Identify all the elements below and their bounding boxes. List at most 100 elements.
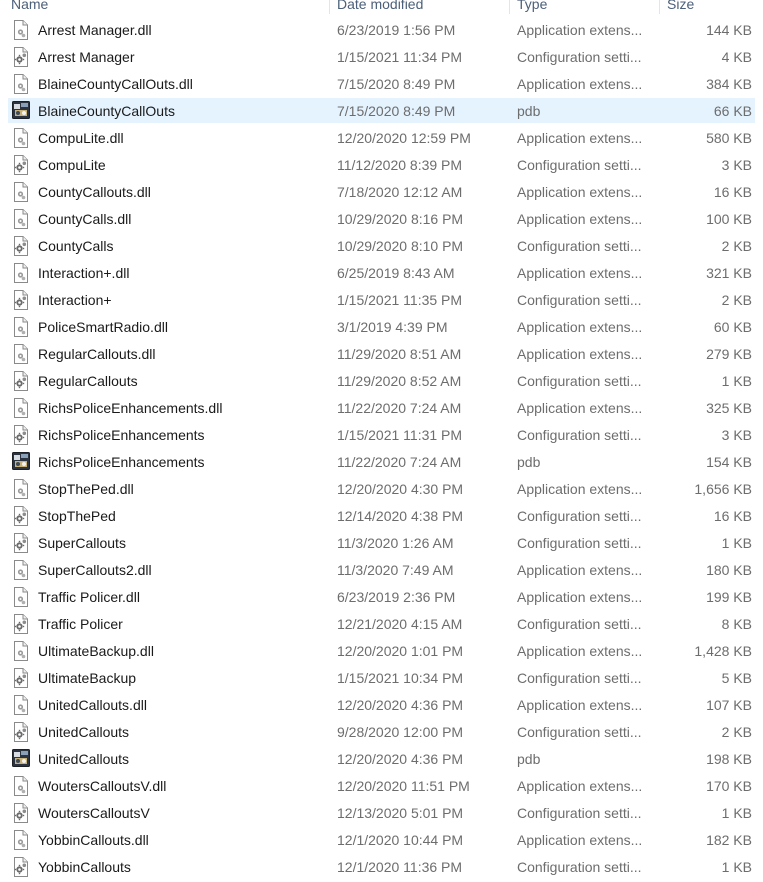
file-row[interactable]: BlaineCountyCallOuts 7/15/2020 8:49 PM pdb…: [0, 97, 763, 124]
file-name-cell[interactable]: CompuLite.dll: [0, 127, 330, 148]
file-row[interactable]: PoliceSmartRadio.dll 3/1/2019 4:39 PM Appl…: [0, 313, 763, 340]
file-row[interactable]: WoutersCalloutsV.dll 12/20/2020 11:51 PM A…: [0, 772, 763, 799]
file-name-cell[interactable]: UltimateBackup.dll: [0, 640, 330, 661]
file-name-cell[interactable]: BlaineCountyCallOuts.dll: [0, 73, 330, 94]
pdb-icon: [12, 100, 30, 121]
file-date-modified: 11/22/2020 7:24 AM: [337, 399, 462, 416]
file-row[interactable]: CountyCallouts.dll 7/18/2020 12:12 AM Appl…: [0, 178, 763, 205]
file-row[interactable]: WoutersCalloutsV 12/13/2020 5:01 PM Config…: [0, 799, 763, 826]
file-name: RegularCallouts.dll: [38, 345, 156, 362]
file-name-cell[interactable]: UnitedCallouts: [0, 748, 330, 769]
file-name: RichsPoliceEnhancements: [38, 426, 205, 443]
file-name-cell[interactable]: CountyCalls.dll: [0, 208, 330, 229]
file-row[interactable]: UnitedCallouts 12/20/2020 4:36 PM pdb 198 K…: [0, 745, 763, 772]
file-name-cell[interactable]: Traffic Policer: [0, 613, 330, 634]
file-type: Configuration setti...: [517, 615, 642, 632]
file-name-cell[interactable]: UltimateBackup: [0, 667, 330, 688]
file-row[interactable]: RegularCallouts.dll 11/29/2020 8:51 AM App…: [0, 340, 763, 367]
file-row[interactable]: UltimateBackup.dll 12/20/2020 1:01 PM Appl…: [0, 637, 763, 664]
file-name-cell[interactable]: RegularCallouts.dll: [0, 343, 330, 364]
file-name: UnitedCallouts: [38, 723, 130, 740]
file-row[interactable]: SuperCallouts 11/3/2020 1:26 AM Configurat…: [0, 529, 763, 556]
file-date-modified: 12/20/2020 4:30 PM: [337, 480, 464, 497]
file-name-cell[interactable]: SuperCallouts2.dll: [0, 559, 330, 580]
file-type: Configuration setti...: [517, 156, 642, 173]
column-header-bar: Name Date modified Type Size: [0, 0, 763, 14]
file-row[interactable]: Traffic Policer.dll 6/23/2019 2:36 PM Appl…: [0, 583, 763, 610]
column-header-type[interactable]: Type: [510, 0, 660, 14]
file-name: YobbinCallouts: [38, 858, 131, 875]
file-name-cell[interactable]: Interaction+: [0, 289, 330, 310]
file-row[interactable]: StopThePed 12/14/2020 4:38 PM Configuratio…: [0, 502, 763, 529]
file-row[interactable]: StopThePed.dll 12/20/2020 4:30 PM Applicat…: [0, 475, 763, 502]
file-row[interactable]: Interaction+ 1/15/2021 11:35 PM Configurat…: [0, 286, 763, 313]
file-name: Arrest Manager: [38, 48, 135, 65]
file-size: 1 KB: [721, 858, 752, 875]
file-name-cell[interactable]: UnitedCallouts: [0, 721, 330, 742]
file-size: 2 KB: [721, 723, 752, 740]
file-row[interactable]: RichsPoliceEnhancements.dll 11/22/2020 7:…: [0, 394, 763, 421]
file-row[interactable]: RichsPoliceEnhancements 1/15/2021 11:31 P…: [0, 421, 763, 448]
file-name: Arrest Manager.dll: [38, 21, 152, 38]
file-row[interactable]: RichsPoliceEnhancements 11/22/2020 7:24 A…: [0, 448, 763, 475]
file-row[interactable]: UnitedCallouts.dll 12/20/2020 4:36 PM Appl…: [0, 691, 763, 718]
file-row[interactable]: YobbinCallouts 12/1/2020 11:36 PM Configur…: [0, 853, 763, 880]
file-size: 580 KB: [706, 129, 752, 146]
file-type: Application extens...: [517, 21, 643, 38]
file-row[interactable]: Interaction+.dll 6/25/2019 8:43 AM Applica…: [0, 259, 763, 286]
file-row[interactable]: CompuLite 11/12/2020 8:39 PM Configuration…: [0, 151, 763, 178]
dll-icon: [12, 73, 30, 94]
dll-icon: [12, 19, 30, 40]
file-name-cell[interactable]: YobbinCallouts: [0, 856, 330, 877]
file-name-cell[interactable]: CountyCalls: [0, 235, 330, 256]
file-name-cell[interactable]: Traffic Policer.dll: [0, 586, 330, 607]
file-row[interactable]: RegularCallouts 11/29/2020 8:52 AM Configu…: [0, 367, 763, 394]
file-name: CountyCallouts.dll: [38, 183, 151, 200]
column-header-date-modified[interactable]: Date modified: [330, 0, 510, 14]
file-name-cell[interactable]: RichsPoliceEnhancements.dll: [0, 397, 330, 418]
file-date-modified: 3/1/2019 4:39 PM: [337, 318, 448, 335]
file-row[interactable]: SuperCallouts2.dll 11/3/2020 7:49 AM Appli…: [0, 556, 763, 583]
file-name-cell[interactable]: Interaction+.dll: [0, 262, 330, 283]
config-icon: [12, 802, 30, 823]
file-row[interactable]: CompuLite.dll 12/20/2020 12:59 PM Applicat…: [0, 124, 763, 151]
file-row[interactable]: YobbinCallouts.dll 12/1/2020 10:44 PM Appl…: [0, 826, 763, 853]
file-name-cell[interactable]: StopThePed: [0, 505, 330, 526]
file-type: Configuration setti...: [517, 426, 642, 443]
file-row[interactable]: Traffic Policer 12/21/2020 4:15 AM Configu…: [0, 610, 763, 637]
file-row[interactable]: UltimateBackup 1/15/2021 10:34 PM Configur…: [0, 664, 763, 691]
column-header-name[interactable]: Name: [0, 0, 330, 14]
file-name-cell[interactable]: RichsPoliceEnhancements: [0, 424, 330, 445]
file-size: 16 KB: [713, 183, 752, 200]
file-name-cell[interactable]: RegularCallouts: [0, 370, 330, 391]
file-name-cell[interactable]: PoliceSmartRadio.dll: [0, 316, 330, 337]
file-row[interactable]: Arrest Manager.dll 6/23/2019 1:56 PM Appli…: [0, 16, 763, 43]
file-name-cell[interactable]: YobbinCallouts.dll: [0, 829, 330, 850]
config-icon: [12, 721, 30, 742]
file-name-cell[interactable]: CompuLite: [0, 154, 330, 175]
file-name: RichsPoliceEnhancements: [38, 453, 205, 470]
file-name-cell[interactable]: SuperCallouts: [0, 532, 330, 553]
file-name-cell[interactable]: WoutersCalloutsV: [0, 802, 330, 823]
file-name: BlaineCountyCallOuts: [38, 102, 175, 119]
file-name-cell[interactable]: UnitedCallouts.dll: [0, 694, 330, 715]
dll-icon: [12, 829, 30, 850]
file-row[interactable]: BlaineCountyCallOuts.dll 7/15/2020 8:49 P…: [0, 70, 763, 97]
column-header-size[interactable]: Size: [660, 0, 763, 14]
file-name-cell[interactable]: Arrest Manager.dll: [0, 19, 330, 40]
file-name-cell[interactable]: RichsPoliceEnhancements: [0, 451, 330, 472]
file-name: Traffic Policer.dll: [38, 588, 140, 605]
file-size: 66 KB: [713, 102, 752, 119]
file-name-cell[interactable]: BlaineCountyCallOuts: [0, 100, 330, 121]
file-name-cell[interactable]: WoutersCalloutsV.dll: [0, 775, 330, 796]
file-name-cell[interactable]: Arrest Manager: [0, 46, 330, 67]
file-row[interactable]: Arrest Manager 1/15/2021 11:34 PM Configur…: [0, 43, 763, 70]
file-date-modified: 11/29/2020 8:52 AM: [337, 372, 462, 389]
file-row[interactable]: CountyCalls 10/29/2020 8:10 PM Configurati…: [0, 232, 763, 259]
file-row[interactable]: UnitedCallouts 9/28/2020 12:00 PM Configur…: [0, 718, 763, 745]
file-type: Application extens...: [517, 210, 643, 227]
file-name-cell[interactable]: CountyCallouts.dll: [0, 181, 330, 202]
file-date-modified: 7/18/2020 12:12 AM: [337, 183, 463, 200]
file-name-cell[interactable]: StopThePed.dll: [0, 478, 330, 499]
file-row[interactable]: CountyCalls.dll 10/29/2020 8:16 PM Applica…: [0, 205, 763, 232]
